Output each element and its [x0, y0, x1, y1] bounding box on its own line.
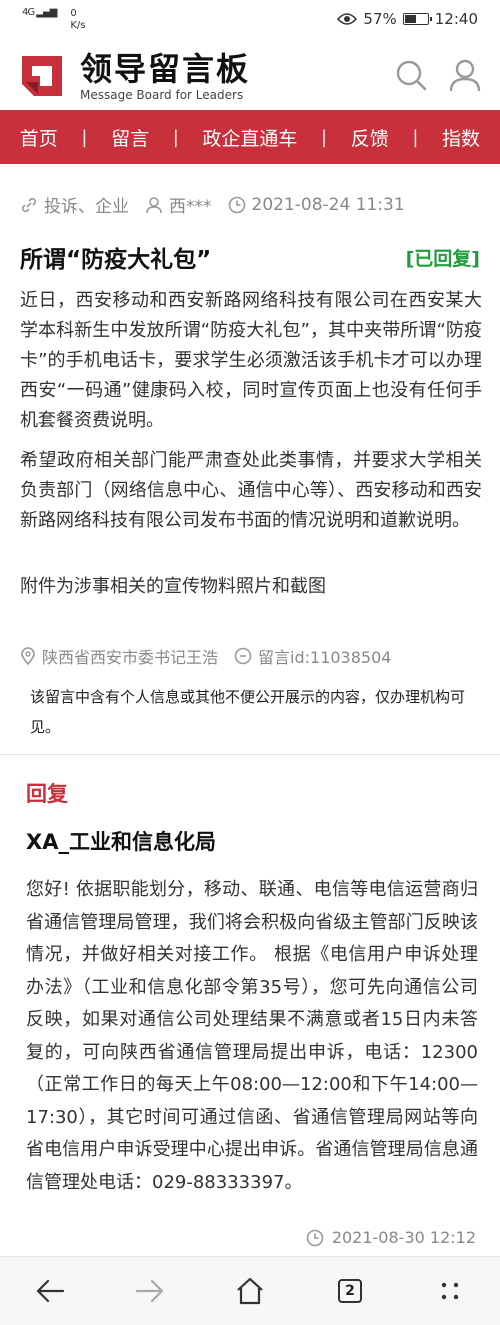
signal-label: 4G [22, 7, 35, 18]
clock-icon [306, 1229, 324, 1246]
location-pin-icon [21, 647, 35, 665]
nav-index[interactable]: 指数 [442, 124, 480, 151]
message-title-row: 所谓“防疫大礼包” [已回复] [20, 240, 480, 280]
nav-separator: | [81, 126, 88, 148]
site-header: 领导留言板 Message Board for Leaders [0, 44, 500, 108]
message-title: 所谓“防疫大礼包” [20, 247, 212, 273]
status-bar: 4G ▂▄▆ 0 K/s 57% 12:40 [0, 0, 500, 38]
reply-department: XA_工业和信息化局 [26, 830, 216, 854]
id-icon [234, 647, 252, 665]
site-subtitle: Message Board for Leaders [80, 88, 244, 102]
message-paragraph: 附件为涉事相关的宣传物料照片和截图 [20, 576, 326, 597]
search-icon[interactable] [394, 58, 428, 92]
arrow-left-icon [36, 1279, 65, 1303]
logo-icon[interactable] [20, 54, 64, 98]
nav-feedback[interactable]: 反馈 [351, 124, 389, 151]
section-divider [0, 754, 500, 755]
home-button[interactable] [230, 1271, 270, 1311]
main-nav: 首页 | 留言 | 政企直通车 | 反馈 | 指数 [0, 110, 500, 164]
tag-icon [21, 197, 37, 212]
message-paragraph: 近日，西安移动和西安新路网络科技有限公司在西安某大学本科新生中发放所谓“防疫大礼… [20, 290, 482, 431]
battery-fill [404, 15, 417, 23]
reply-heading: 回复 [26, 782, 68, 806]
clock-icon [228, 196, 245, 213]
battery-icon [402, 13, 432, 25]
tabs-button[interactable]: 2 [330, 1271, 370, 1311]
more-dots-icon [441, 1282, 459, 1300]
site-title: 领导留言板 [80, 50, 251, 88]
privacy-notice: 该留言中含有个人信息或其他不便公开展示的内容，仅办理机构可见。 [30, 688, 466, 736]
network-speed-unit: K/s [70, 20, 86, 31]
menu-button[interactable] [430, 1271, 470, 1311]
arrow-right-icon [135, 1279, 164, 1303]
reply-content: 您好! 依据职能划分，移动、联通、电信等电信运营商归省通信管理局管理，我们将会积… [26, 879, 478, 1193]
nav-home[interactable]: 首页 [20, 124, 58, 151]
battery-percent: 57% [363, 10, 397, 28]
message-meta: 投诉、企业 西*** 2021-08-24 11:31 [20, 192, 490, 217]
message-recipient: 陕西省西安市委书记王浩 [42, 648, 219, 667]
network-speed-value: 0 [70, 8, 77, 19]
person-icon [146, 196, 162, 213]
nav-separator: | [321, 126, 328, 148]
tab-count: 2 [338, 1279, 362, 1303]
nav-separator: | [412, 126, 419, 148]
message-paragraph: 希望政府相关部门能严肃查处此类事情，并要求大学相关负责部门（网络信息中心、通信中… [20, 450, 482, 531]
reply-datetime: 2021-08-30 12:12 [331, 1228, 476, 1247]
eye-icon [337, 13, 358, 25]
message-datetime: 2021-08-24 11:31 [251, 194, 405, 215]
back-button[interactable] [30, 1271, 70, 1311]
home-icon [237, 1277, 263, 1305]
nav-business-express[interactable]: 政企直通车 [202, 124, 297, 151]
message-id: 留言id:11038504 [258, 648, 392, 667]
clock: 12:40 [434, 10, 478, 28]
nav-separator: | [172, 126, 179, 148]
message-category: 投诉、企业 [44, 197, 129, 217]
message-footer: 陕西省西安市委书记王浩 留言id:11038504 [20, 644, 490, 668]
network-speed: 0 K/s [70, 8, 85, 32]
nav-messages[interactable]: 留言 [111, 124, 149, 151]
signal-indicator: 4G ▂▄▆ [22, 7, 57, 18]
forward-button[interactable] [130, 1271, 170, 1311]
reply-timestamp: 2021-08-30 12:12 [306, 1228, 476, 1247]
status-badge: [已回复] [405, 248, 480, 270]
user-icon[interactable] [448, 58, 482, 92]
message-user: 西*** [169, 197, 212, 217]
browser-toolbar: 2 [0, 1256, 500, 1325]
